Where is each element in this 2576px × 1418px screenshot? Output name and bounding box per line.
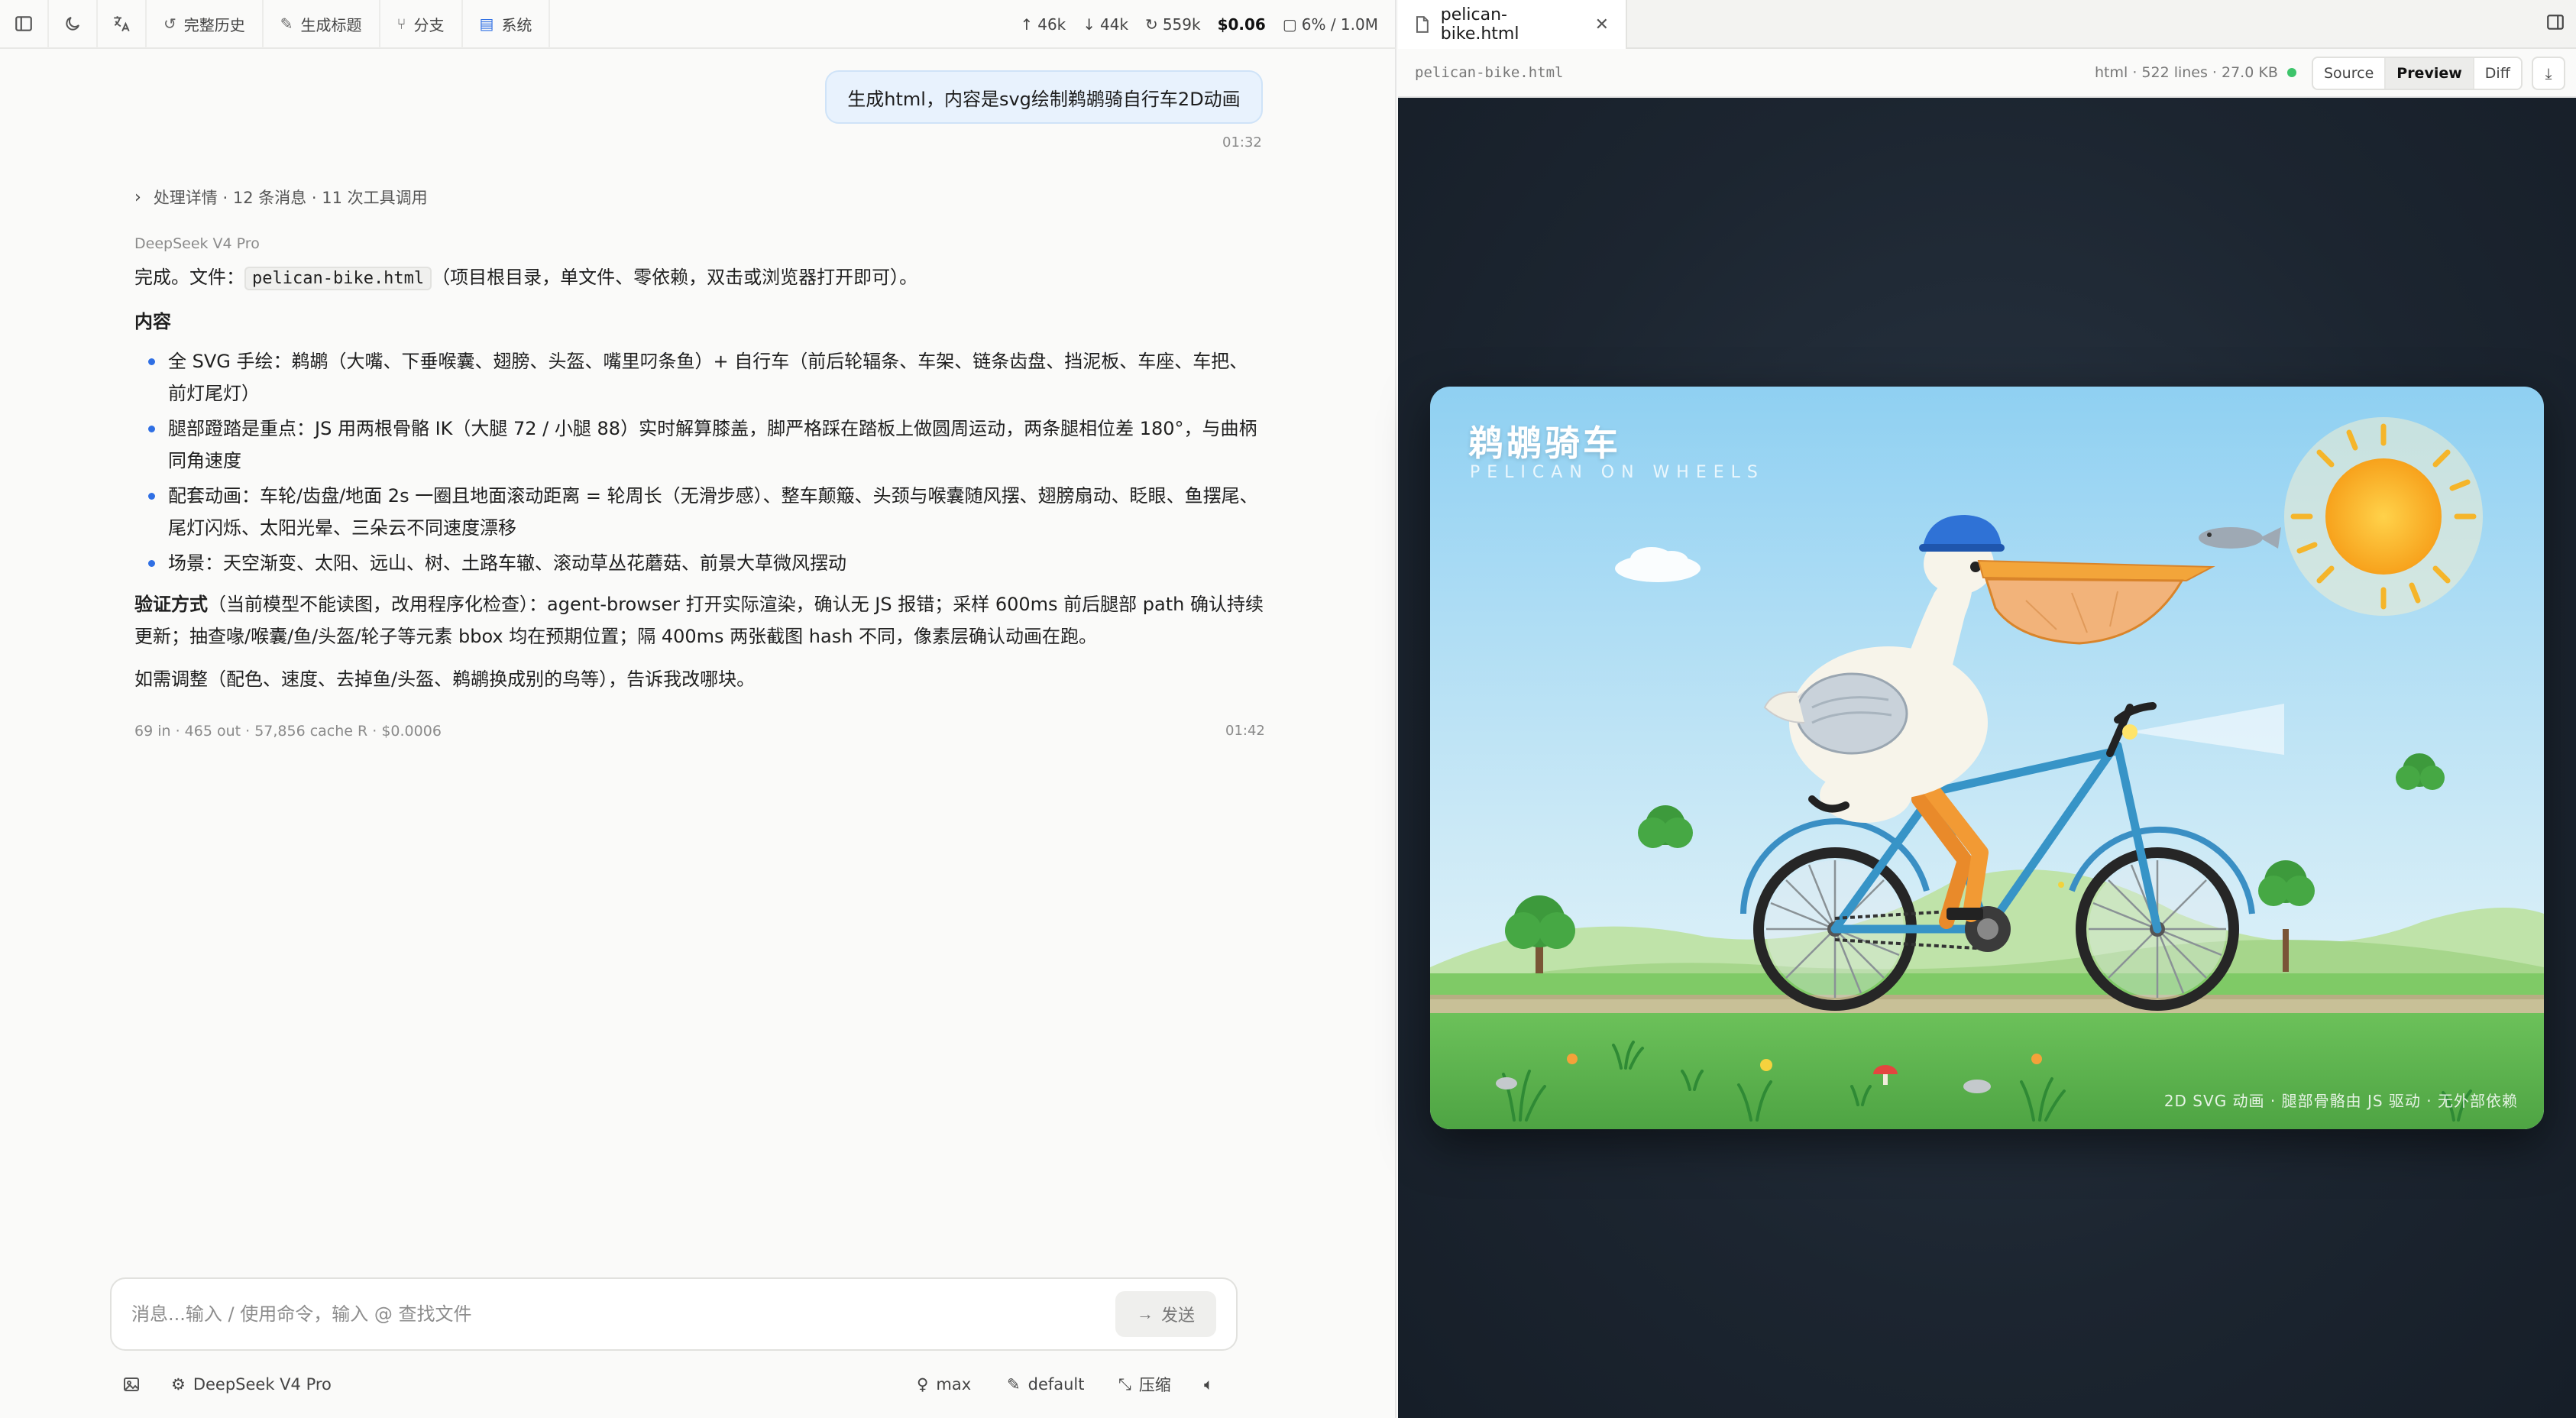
compress-button[interactable]: ⤡ 压缩 [1118,1369,1171,1400]
process-summary-label: 处理详情 · 12 条消息 · 11 次工具调用 [153,189,428,207]
preview-canvas: 鹈鹕骑车 PELICAN ON WHEELS 2D SVG 动画 · 腿部骨骼由… [1398,98,2576,1418]
generate-title-button[interactable]: ✎ 生成标题 [264,0,380,48]
history-icon: ↺ [163,15,176,33]
reply-time: 01:42 [1225,723,1265,739]
send-label: 发送 [1160,1306,1195,1325]
wand-icon: ✎ [280,15,293,33]
reply-bullet-list: 全 SVG 手绘：鹈鹕（大嘴、下垂喉囊、翅膀、头盔、嘴里叼条鱼）+ 自行车（前后… [134,345,1265,579]
assistant-reply: 完成。文件： pelican-bike.html （项目根目录，单文件、零依赖，双击… [134,261,1265,706]
reply-done-line: 完成。文件： pelican-bike.html （项目根目录，单文件、零依赖，双击… [134,261,1265,295]
cost-value: $0.06 [1217,15,1266,34]
preview-pane: pelican-bike.html ✕ pelican-bike.html ht… [1398,0,2576,1418]
refresh-icon: ↻ [1145,15,1158,34]
tab-source[interactable]: Source [2313,58,2387,89]
file-icon [1416,16,1429,33]
translate-icon [114,16,130,32]
speaker-icon: 🔈︎ [1204,1374,1214,1394]
document-icon: ▤ [479,15,494,33]
chat-toolbar: ↺ 完整历史 ✎ 生成标题 ⑂ 分支 ▤ 系统 ↑ 46k ↓ 44k ↻ 559k … [0,0,1396,49]
file-meta: html · 522 lines · 27.0 KB [2095,64,2296,81]
generate-title-label: 生成标题 [300,15,362,34]
panel-icon [2547,15,2564,30]
tab-pelican-bike[interactable]: pelican-bike.html ✕ [1398,0,1627,49]
file-path: pelican-bike.html [1415,64,1564,81]
system-button[interactable]: ▤ 系统 [463,0,551,48]
send-button[interactable]: → 发送 [1115,1291,1216,1337]
bulb-icon: ♀ [917,1375,929,1394]
effort-selector[interactable]: ♀ max [917,1369,971,1400]
attach-image-button[interactable] [122,1369,141,1400]
list-item: 场景：天空渐变、太阳、远山、树、土路车辙、滚动草丛花蘑菇、前景大草微风摆动 [134,547,1265,579]
arrow-right-icon: → [1136,1304,1154,1323]
stage-subtitle: PELICAN ON WHEELS [1470,463,1765,482]
animation-stage: 鹈鹕骑车 PELICAN ON WHEELS 2D SVG 动画 · 腿部骨骼由… [1430,387,2544,1129]
file-info-bar: pelican-bike.html html · 522 lines · 27.… [1398,49,2576,98]
user-message-bubble: 生成html，内容是svg绘制鹈鹕骑自行车2D动画 [825,70,1263,124]
download-icon: ⤓ [2545,64,2552,83]
view-mode-toggle: Source Preview Diff [2312,57,2523,90]
panel-toggle-button[interactable] [2545,12,2565,37]
theme-toggle-button[interactable] [49,0,98,48]
system-label: 系统 [501,15,532,34]
tokens-cache: ↻ 559k [1145,15,1201,34]
reply-verify-paragraph: 验证方式（当前模型不能读图，改用程序化检查）：agent-browser 打开实… [134,594,1264,647]
headlight [2122,724,2137,740]
chat-pane: ↺ 完整历史 ✎ 生成标题 ⑂ 分支 ▤ 系统 ↑ 46k ↓ 44k ↻ 559k … [0,0,1396,1418]
sun [2284,417,2483,616]
user-message-time: 01:32 [1222,134,1262,151]
list-item: 全 SVG 手绘：鹈鹕（大嘴、下垂喉囊、翅膀、头盔、嘴里叼条鱼）+ 自行车（前后… [134,345,1265,410]
tab-label: pelican-bike.html [1440,5,1519,44]
moon-icon [66,17,79,31]
assistant-model-label: DeepSeek V4 Pro [134,235,260,252]
tab-diff[interactable]: Diff [2474,58,2521,89]
reply-adjust-paragraph: 如需调整（配色、速度、去掉鱼/头盔、鹈鹕换成别的鸟等），告诉我改哪块。 [134,669,756,690]
tokens-down: ↓ 44k [1083,15,1129,34]
compress-icon: ⤡ [1118,1374,1131,1394]
pelican-bike-scene [1430,387,2544,1129]
status-dot [2286,68,2296,77]
translate-button[interactable] [98,0,147,48]
tokens-up: ↑ 46k [1020,15,1066,34]
context-icon: ▢ [1282,15,1297,34]
download-button[interactable]: ⤓ [2532,57,2565,90]
context-usage: ▢ 6% / 1.0M [1282,15,1378,34]
gear-icon: ⚙ [171,1375,186,1394]
arrow-down-icon: ↓ [1083,15,1096,34]
full-history-button[interactable]: ↺ 完整历史 [147,0,264,48]
composer-options-bar: ⚙ DeepSeek V4 Pro ♀ max ✎ default ⤡ 压缩 🔈… [122,1369,1238,1400]
arrow-up-icon: ↑ [1020,15,1034,34]
reply-content-heading: 内容 [134,311,171,332]
model-selector[interactable]: ⚙ DeepSeek V4 Pro [171,1369,332,1400]
list-item: 配套动画：车轮/齿盘/地面 2s 一圈且地面滚动距离 = 轮周长（无滑步感）、整… [134,480,1265,544]
pen-icon: ✎ [1007,1375,1021,1394]
voice-button[interactable]: 🔈︎ [1204,1369,1214,1400]
close-icon[interactable]: ✕ [1595,15,1609,34]
tab-preview[interactable]: Preview [2386,58,2474,89]
branch-label: 分支 [413,15,445,34]
sidebar-icon [15,16,32,31]
full-history-label: 完整历史 [183,15,245,34]
stage-footer: 2D SVG 动画 · 腿部骨骼由 JS 驱动 · 无外部依赖 [2163,1092,2518,1110]
branch-icon: ⑂ [396,15,406,33]
foreground-grass [1430,1013,2544,1129]
preview-tabbar: pelican-bike.html ✕ [1398,0,2576,49]
message-input[interactable] [131,1303,1115,1325]
branch-button[interactable]: ⑂ 分支 [380,0,463,48]
file-code: pelican-bike.html [244,267,432,290]
process-details-toggle[interactable]: › 处理详情 · 12 条消息 · 11 次工具调用 [134,186,428,209]
list-item: 腿部蹬踏是重点：JS 用两根骨骼 IK（大腿 72 / 小腿 88）实时解算膝盖… [134,413,1265,477]
usage-stats: ↑ 46k ↓ 44k ↻ 559k $0.06 ▢ 6% / 1.0M [1020,0,1378,49]
reply-usage-meta: 69 in · 465 out · 57,856 cache R · $0.00… [134,723,442,740]
message-composer: → 发送 [110,1277,1238,1351]
stage-title: 鹈鹕骑车 [1468,422,1621,464]
sidebar-toggle-button[interactable] [0,0,49,48]
mode-selector[interactable]: ✎ default [1007,1369,1085,1400]
chevron-right-icon: › [134,187,141,207]
image-icon [124,1378,139,1391]
